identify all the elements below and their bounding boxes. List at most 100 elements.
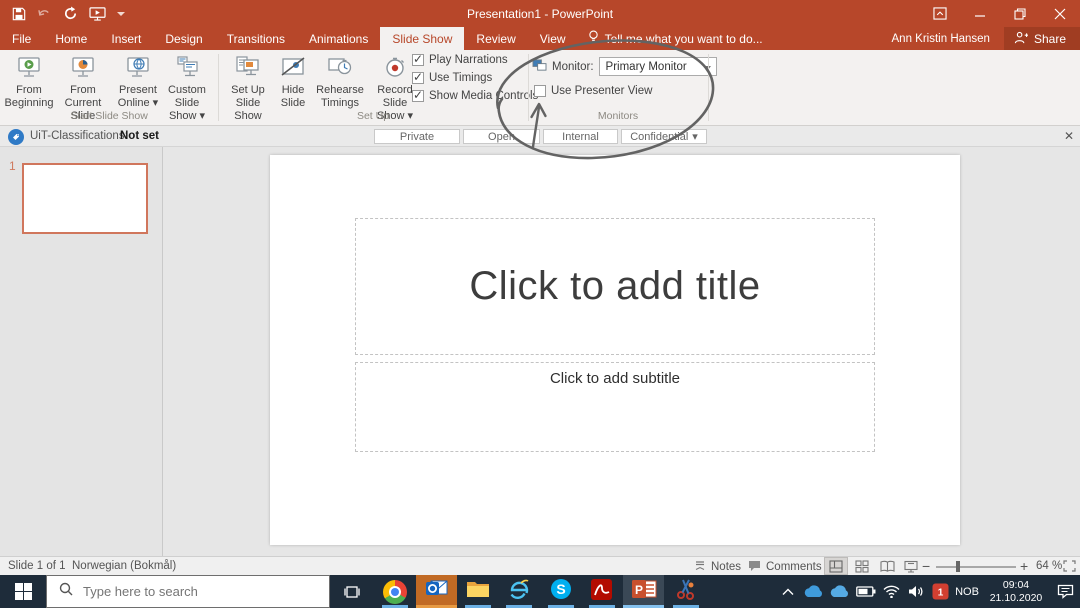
taskbar-skype-button[interactable]: S: [540, 575, 581, 608]
zoom-in-button[interactable]: +: [1020, 558, 1028, 574]
tab-animations[interactable]: Animations: [297, 27, 380, 50]
slide-canvas[interactable]: Click to add title Click to add subtitle: [270, 155, 960, 545]
show-media-controls-checkbox[interactable]: Show Media Controls: [412, 90, 538, 102]
powerpoint-window: Presentation1 - PowerPoint File Home Ins…: [0, 0, 1080, 608]
tab-design[interactable]: Design: [153, 27, 214, 50]
tab-file[interactable]: File: [0, 27, 43, 50]
share-person-icon: [1014, 31, 1028, 47]
close-button[interactable]: [1040, 0, 1080, 27]
notes-icon: [694, 560, 706, 574]
reading-view-button[interactable]: [875, 557, 899, 575]
skype-icon: S: [549, 577, 573, 606]
taskbar-snipping-tool-button[interactable]: [665, 575, 706, 608]
tab-insert[interactable]: Insert: [99, 27, 153, 50]
onedrive-icon[interactable]: [801, 575, 826, 608]
chrome-icon: [383, 580, 407, 604]
normal-view-button[interactable]: [824, 557, 848, 575]
zoom-slider-track[interactable]: [936, 566, 1016, 568]
search-input[interactable]: [83, 584, 303, 599]
fit-slide-to-window-button[interactable]: [1060, 557, 1078, 575]
present-online-button[interactable]: Present Online ▾: [114, 52, 162, 118]
share-button[interactable]: Share: [1004, 27, 1080, 50]
checkbox-checked-icon: [412, 72, 424, 84]
custom-slide-show-button[interactable]: Custom Slide Show ▾: [158, 52, 216, 118]
set-up-slide-show-icon: [222, 52, 274, 84]
notes-button[interactable]: Notes: [694, 560, 741, 574]
action-center-icon[interactable]: [1051, 575, 1079, 608]
checkbox-checked-icon: [412, 54, 424, 66]
zoom-slider-handle[interactable]: [956, 561, 960, 572]
group-label-set-up: Set Up: [218, 110, 528, 122]
classification-private-button[interactable]: Private: [374, 129, 460, 144]
language-indicator[interactable]: Norwegian (Bokmål): [72, 560, 176, 572]
zoom-level[interactable]: 64 %: [1036, 560, 1062, 572]
tab-review[interactable]: Review: [464, 27, 527, 50]
language-indicator-tray[interactable]: NOB: [951, 575, 983, 608]
monitor-icon: [532, 59, 547, 75]
slide-sorter-view-button[interactable]: [850, 557, 874, 575]
hide-slide-button[interactable]: Hide Slide: [274, 52, 312, 118]
taskbar-acrobat-button[interactable]: [581, 575, 622, 608]
slide-show-view-button[interactable]: [899, 557, 923, 575]
workspace: 1 Click to add title Click to add subtit…: [0, 147, 1080, 556]
taskbar-file-explorer-button[interactable]: [457, 575, 498, 608]
restore-button[interactable]: [1000, 0, 1040, 27]
subtitle-placeholder[interactable]: Click to add subtitle: [355, 362, 875, 452]
classification-close-icon[interactable]: ✕: [1064, 129, 1074, 143]
tell-me-box[interactable]: Tell me what you want to do...: [578, 27, 773, 50]
taskbar-internet-explorer-button[interactable]: [498, 575, 539, 608]
tray-notification-badge-icon[interactable]: 1: [929, 575, 951, 608]
tab-home[interactable]: Home: [43, 27, 99, 50]
tab-transitions[interactable]: Transitions: [215, 27, 297, 50]
use-presenter-view-checkbox[interactable]: Use Presenter View: [534, 85, 652, 97]
use-timings-checkbox[interactable]: Use Timings: [412, 72, 492, 84]
group-separator: [708, 54, 709, 121]
wifi-icon[interactable]: [879, 575, 903, 608]
window-controls: [920, 0, 1080, 27]
tab-view[interactable]: View: [528, 27, 578, 50]
taskbar-chrome-button[interactable]: [374, 575, 415, 608]
svg-text:P: P: [634, 583, 642, 597]
classification-internal-button[interactable]: Internal: [543, 129, 618, 144]
internet-explorer-icon: [507, 577, 531, 606]
onedrive-personal-icon[interactable]: [827, 575, 852, 608]
volume-icon[interactable]: [904, 575, 928, 608]
minimize-button[interactable]: [960, 0, 1000, 27]
present-online-icon: [114, 52, 162, 84]
slide-thumbnail-number: 1: [9, 159, 16, 173]
status-bar: Slide 1 of 1 Norwegian (Bokmål) Notes Co…: [0, 556, 1080, 575]
signed-in-user[interactable]: Ann Kristin Hansen: [892, 33, 990, 45]
search-icon: [59, 582, 73, 601]
from-beginning-button[interactable]: From Beginning: [4, 52, 54, 118]
title-bar: Presentation1 - PowerPoint: [0, 0, 1080, 27]
ribbon-display-options-button[interactable]: [920, 0, 960, 27]
classification-bar: UiT-Classifications: Not set Private Ope…: [0, 126, 1080, 147]
set-up-slide-show-button[interactable]: Set Up Slide Show: [222, 52, 274, 118]
comments-button[interactable]: Comments: [748, 560, 822, 575]
zoom-out-button[interactable]: −: [922, 558, 930, 574]
classification-open-button[interactable]: Open: [463, 129, 540, 144]
taskbar-outlook-button[interactable]: [416, 575, 457, 608]
taskbar-clock[interactable]: 09:04 21.10.2020: [983, 575, 1049, 608]
taskbar-search-box[interactable]: [46, 575, 330, 608]
svg-text:S: S: [556, 581, 565, 597]
from-current-slide-button[interactable]: From Current Slide: [54, 52, 112, 118]
tab-slide-show[interactable]: Slide Show: [380, 27, 464, 50]
rehearse-timings-button[interactable]: Rehearse Timings: [314, 52, 366, 118]
ribbon-tab-row: File Home Insert Design Transitions Anim…: [0, 27, 1080, 50]
start-button[interactable]: [0, 575, 46, 608]
tray-chevron-up-icon[interactable]: [778, 575, 798, 608]
checkbox-unchecked-icon: [534, 85, 546, 97]
battery-icon[interactable]: [853, 575, 878, 608]
file-explorer-icon: [466, 579, 490, 604]
slide-thumbnail[interactable]: [22, 163, 148, 234]
play-narrations-checkbox[interactable]: Play Narrations: [412, 54, 508, 66]
task-view-button[interactable]: [332, 575, 372, 608]
group-label-start-slide-show: Start Slide Show: [0, 110, 218, 122]
monitor-dropdown[interactable]: Primary Monitor: [599, 57, 717, 76]
title-placeholder[interactable]: Click to add title: [355, 218, 875, 355]
taskbar-powerpoint-button[interactable]: P: [623, 575, 664, 608]
classification-confidential-button[interactable]: Confidential ▾: [621, 129, 707, 144]
slide-thumbnail-panel: 1: [0, 147, 163, 556]
checkbox-checked-icon: [412, 90, 424, 102]
